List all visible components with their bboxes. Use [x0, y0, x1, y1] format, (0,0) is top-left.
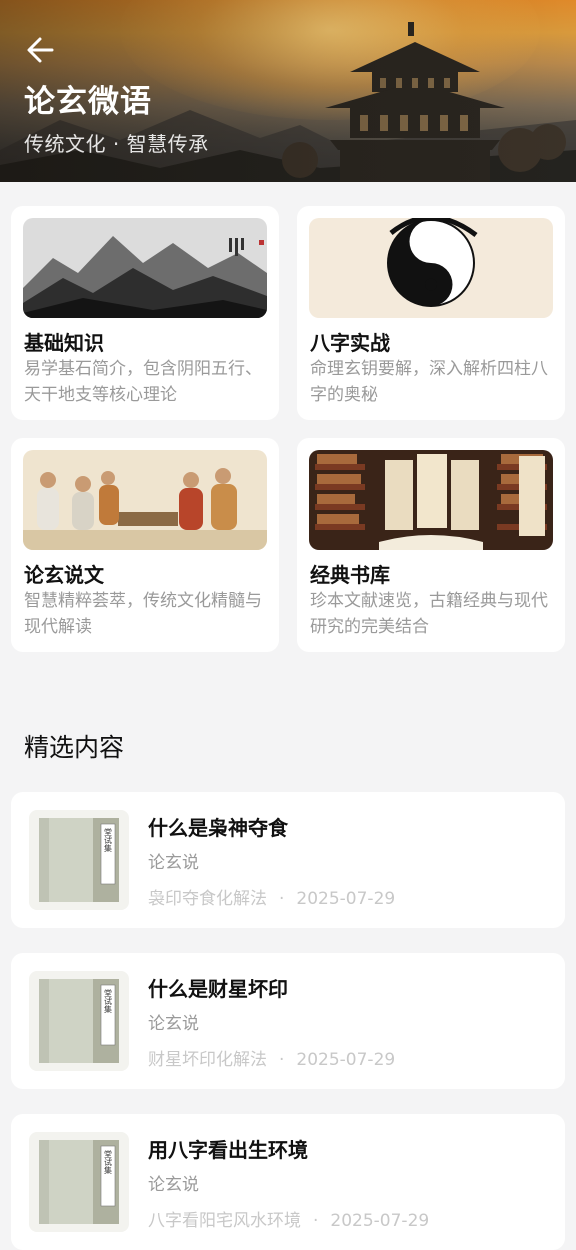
article-title: 用八字看出生环境 [148, 1138, 308, 1162]
arrow-left-icon [27, 37, 54, 63]
book-cover-image: 堂试集 [29, 1132, 129, 1232]
article-card[interactable]: 堂试集 什么是财星坏印 论玄说 财星坏印化解法 · 2025-07-29 [11, 953, 565, 1089]
article-tag: 袅印夺食化解法 [148, 889, 267, 909]
article-date: 2025-07-29 [296, 889, 396, 909]
ancient-scholars-image [23, 450, 267, 550]
book-cover-image: 堂试集 [29, 971, 129, 1071]
category-description: 珍本文献速览，古籍经典与现代研究的完美结合 [310, 591, 548, 637]
category-description: 易学基石简介，包含阴阳五行、天干地支等核心理论 [24, 359, 262, 405]
article-category: 论玄说 [148, 1175, 199, 1195]
category-title: 基础知识 [24, 331, 104, 355]
svg-text:堂试集: 堂试集 [104, 988, 113, 1014]
ancient-library-image [309, 450, 553, 550]
category-card-basics[interactable]: 基础知识 易学基石简介，包含阴阳五行、天干地支等核心理论 [11, 206, 279, 420]
category-title: 经典书库 [310, 563, 390, 587]
category-description: 命理玄钥要解，深入解析四柱八字的奥秘 [310, 359, 548, 405]
category-card-library[interactable]: 经典书库 珍本文献速览，古籍经典与现代研究的完美结合 [297, 438, 565, 652]
category-card-bazi[interactable]: 八字实战 命理玄钥要解，深入解析四柱八字的奥秘 [297, 206, 565, 420]
article-meta: 袅印夺食化解法 · 2025-07-29 [148, 889, 396, 909]
article-category: 论玄说 [148, 853, 199, 873]
article-meta: 财星坏印化解法 · 2025-07-29 [148, 1050, 396, 1070]
category-title: 论玄说文 [24, 563, 104, 587]
page-subtitle: 传统文化 · 智慧传承 [24, 132, 209, 156]
ink-mountains-image [23, 218, 267, 318]
yin-yang-image [309, 218, 553, 318]
book-cover-image: 堂试集 [29, 810, 129, 910]
page-title: 论玄微语 [24, 84, 152, 120]
article-title: 什么是枭神夺食 [148, 816, 288, 840]
article-category: 论玄说 [148, 1014, 199, 1034]
svg-text:堂试集: 堂试集 [104, 827, 113, 853]
article-tag: 八字看阳宅风水环境 [148, 1211, 301, 1231]
category-description: 智慧精粹荟萃，传统文化精髓与现代解读 [24, 591, 262, 637]
article-card[interactable]: 堂试集 用八字看出生环境 论玄说 八字看阳宅风水环境 · 2025-07-29 [11, 1114, 565, 1250]
article-date: 2025-07-29 [296, 1050, 396, 1070]
article-date: 2025-07-29 [330, 1211, 430, 1231]
category-card-essays[interactable]: 论玄说文 智慧精粹荟萃，传统文化精髓与现代解读 [11, 438, 279, 652]
back-button[interactable] [22, 32, 62, 68]
article-tag: 财星坏印化解法 [148, 1050, 267, 1070]
article-title: 什么是财星坏印 [148, 977, 288, 1001]
featured-section-title: 精选内容 [24, 733, 125, 762]
article-meta: 八字看阳宅风水环境 · 2025-07-29 [148, 1211, 430, 1231]
article-card[interactable]: 堂试集 什么是枭神夺食 论玄说 袅印夺食化解法 · 2025-07-29 [11, 792, 565, 928]
svg-text:堂试集: 堂试集 [104, 1149, 113, 1175]
category-title: 八字实战 [310, 331, 390, 355]
